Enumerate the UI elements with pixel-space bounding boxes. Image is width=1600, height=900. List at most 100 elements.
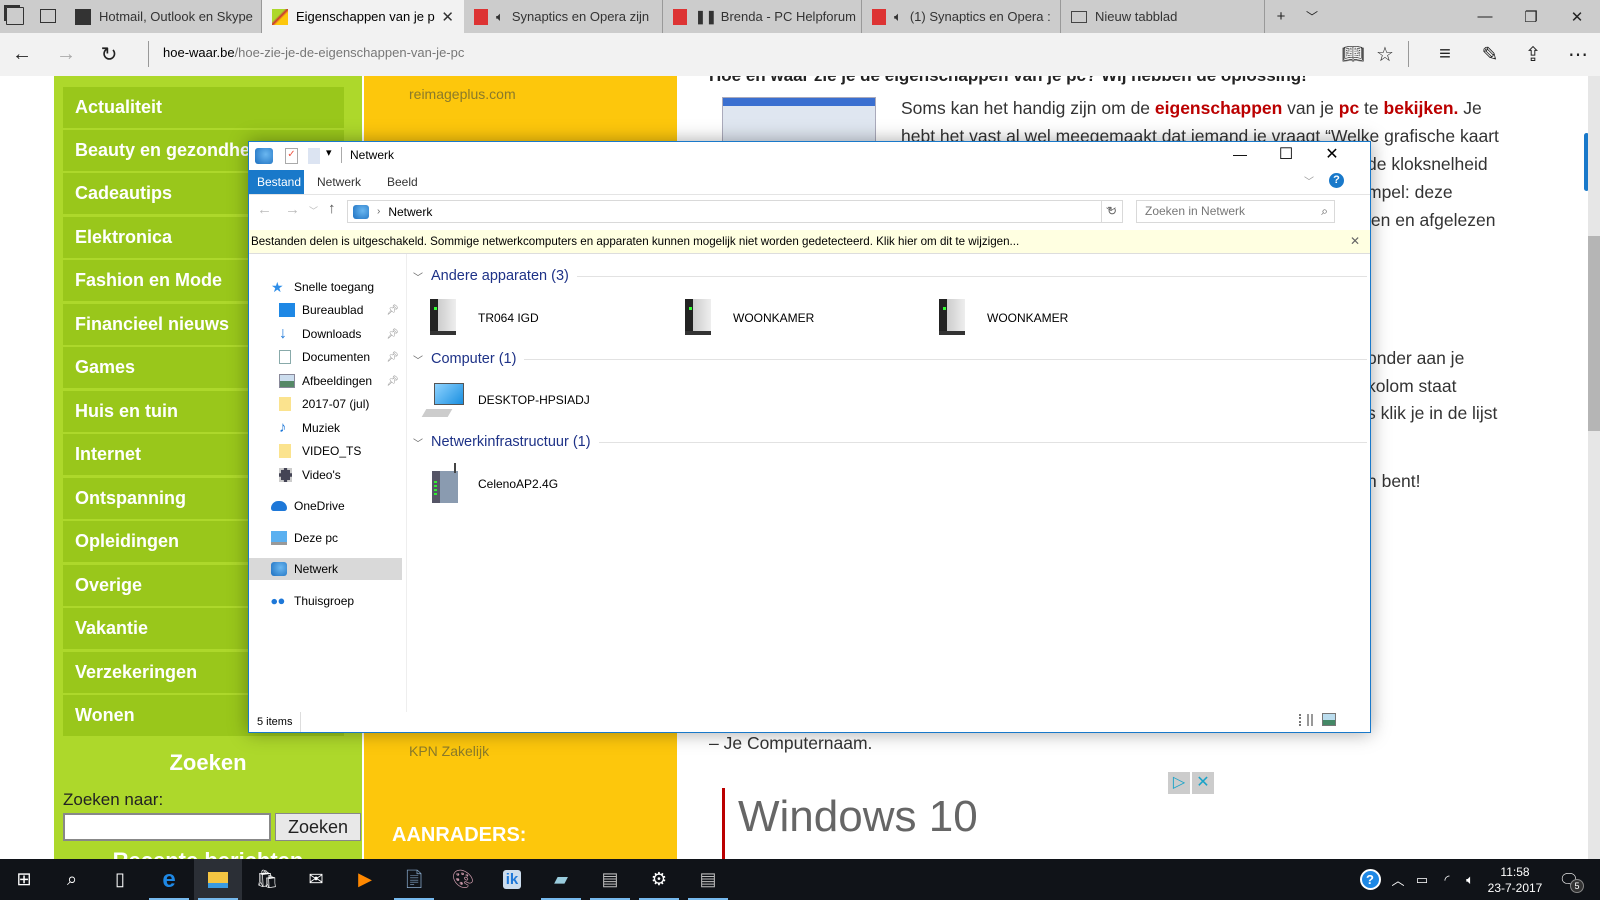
large-icons-view-icon[interactable] xyxy=(1322,713,1336,726)
maximize-button[interactable]: ☐ xyxy=(1263,142,1309,170)
collapse-chevron-icon[interactable]: ﹀ xyxy=(413,435,427,450)
ribbon-tab-bestand[interactable]: Bestand xyxy=(249,170,304,194)
close-tab-icon[interactable]: ✕ xyxy=(441,8,454,26)
device-app-icon-2[interactable]: ▤ xyxy=(684,859,732,900)
search-box[interactable]: Zoeken in Netwerk ⌕ xyxy=(1136,200,1335,223)
group-header-andere-apparaten[interactable]: ﹀ Andere apparaten (3) xyxy=(407,266,1367,286)
link-bekijken[interactable]: bekijken. xyxy=(1384,98,1459,118)
info-bar-text[interactable]: Bestanden delen is uitgeschakeld. Sommig… xyxy=(251,235,1019,248)
nav-snelle-toegang[interactable]: ★ Snelle toegang xyxy=(249,276,407,298)
start-windows-icon[interactable]: ⊞ xyxy=(0,859,48,900)
nav-muziek[interactable]: ♪ Muziek xyxy=(249,417,407,439)
link-eigenschappen[interactable]: eigenschappen xyxy=(1155,98,1282,118)
nav-videos[interactable]: Video's xyxy=(249,464,407,486)
volume-icon[interactable]: 🔈︎ xyxy=(1460,859,1480,900)
collapse-chevron-icon[interactable]: ﹀ xyxy=(413,352,427,367)
refresh-button[interactable]: ↻ xyxy=(1101,200,1123,223)
more-icon[interactable]: ⋯ xyxy=(1558,33,1598,76)
nav-deze-pc[interactable]: Deze pc xyxy=(249,527,407,549)
tab-nieuw-tabblad[interactable]: Nieuw tabblad xyxy=(1061,0,1265,33)
ad-close-icon[interactable]: ✕ xyxy=(1192,772,1214,794)
ik-app-icon[interactable]: ik xyxy=(488,859,536,900)
breadcrumb-netwerk[interactable]: Netwerk xyxy=(388,205,432,219)
tab-overview-icon[interactable] xyxy=(6,7,24,25)
nav-downloads[interactable]: ↓ Downloads 📌︎ xyxy=(249,323,407,345)
task-view-icon[interactable]: ▯ xyxy=(96,859,144,900)
ad-link-reimage[interactable]: reimageplus.com xyxy=(409,86,516,102)
address-field[interactable]: › Netwerk ﹀ xyxy=(347,200,1123,223)
refresh-button[interactable]: ↻ xyxy=(89,33,129,76)
nav-2017-07[interactable]: 2017-07 (jul) xyxy=(249,393,407,415)
battery-icon[interactable]: ▭ xyxy=(1412,859,1432,900)
adchoices-icon[interactable]: ▷ xyxy=(1168,772,1190,794)
edge-icon[interactable]: e xyxy=(145,859,193,900)
help-tray-icon[interactable]: ? xyxy=(1359,869,1381,890)
mail-icon[interactable]: ✉ xyxy=(292,859,340,900)
share-icon[interactable]: ⇪ xyxy=(1513,33,1553,76)
nav-afbeeldingen[interactable]: Afbeeldingen 📌︎ xyxy=(249,370,407,392)
network-item-tr064[interactable]: TR064 IGD xyxy=(424,296,539,340)
close-button[interactable]: ✕ xyxy=(1554,0,1600,33)
wifi-icon[interactable]: ◜ xyxy=(1437,859,1457,900)
search-icon[interactable]: ⌕ xyxy=(48,859,96,900)
group-header-computer[interactable]: ﹀ Computer (1) xyxy=(407,349,1367,369)
nav-onedrive[interactable]: OneDrive xyxy=(249,495,407,517)
menu-item-actualiteit[interactable]: Actualiteit xyxy=(63,87,344,128)
pin-icon[interactable]: 📌︎ xyxy=(386,305,399,316)
new-folder-quick-icon[interactable] xyxy=(308,148,320,164)
expand-ribbon-icon[interactable]: ﹀ xyxy=(1304,173,1314,188)
group-header-netwerkinfrastructuur[interactable]: ﹀ Netwerkinfrastructuur (1) xyxy=(407,432,1367,452)
pin-icon[interactable]: 📌︎ xyxy=(386,376,399,387)
nav-netwerk[interactable]: Netwerk xyxy=(249,558,402,580)
properties-quick-icon[interactable]: ✓ xyxy=(285,148,298,164)
favorite-star-icon[interactable]: ☆ xyxy=(1365,33,1405,76)
tab-hotmail[interactable]: Hotmail, Outlook en Skype xyxy=(65,0,262,33)
device-app-icon[interactable]: ▤ xyxy=(586,859,634,900)
dismiss-info-bar-icon[interactable]: ✕ xyxy=(1350,230,1360,253)
minimize-button[interactable]: — xyxy=(1462,0,1508,33)
collapse-chevron-icon[interactable]: ﹀ xyxy=(413,269,427,284)
customize-toolbar-icon[interactable]: ▾ xyxy=(326,146,332,159)
show-hidden-icons-chevron-icon[interactable]: ︿ xyxy=(1388,859,1408,900)
ribbon-tab-beeld[interactable]: Beeld xyxy=(379,170,426,194)
details-view-icon[interactable] xyxy=(1299,714,1313,726)
tab-synaptics-2[interactable]: 🔈︎ (1) Synaptics en Opera : xyxy=(862,0,1061,33)
file-explorer-icon[interactable] xyxy=(194,859,242,900)
wordpad-icon[interactable]: 📄︎ xyxy=(390,859,438,900)
network-item-woonkamer-2[interactable]: WOONKAMER xyxy=(933,296,1068,340)
media-player-icon[interactable]: ▶ xyxy=(341,859,389,900)
tab-synaptics[interactable]: 🔈︎ Synaptics en Opera zijn xyxy=(464,0,663,33)
network-item-celeno[interactable]: CelenoAP2.4G xyxy=(424,462,558,506)
up-button[interactable]: ↑ xyxy=(328,200,336,217)
speaker-icon[interactable]: 🔈︎ xyxy=(496,9,504,25)
nav-video-ts[interactable]: VIDEO_TS xyxy=(249,440,407,462)
ad-link-kpn[interactable]: KPN Zakelijk xyxy=(409,743,489,759)
search-input[interactable] xyxy=(63,813,271,841)
nav-thuisgroep[interactable]: ⦁● Thuisgroep xyxy=(249,590,407,612)
settings-gear-icon[interactable]: ⚙ xyxy=(635,859,683,900)
close-button[interactable]: ✕ xyxy=(1309,142,1355,170)
network-item-desktop[interactable]: DESKTOP-HPSIADJ xyxy=(421,378,590,422)
hub-icon[interactable]: ≡ xyxy=(1425,33,1465,76)
recent-locations-icon[interactable]: ﹀ xyxy=(309,204,318,217)
forward-button[interactable]: → xyxy=(285,201,300,218)
ad-headline[interactable]: Windows 10 xyxy=(738,792,978,842)
forward-button[interactable]: → xyxy=(46,33,86,76)
tab-preview-chevron-icon[interactable]: ﹀ xyxy=(1289,0,1335,33)
back-button[interactable]: ← xyxy=(257,201,272,218)
notepad-icon[interactable]: ▰ xyxy=(537,859,585,900)
search-button[interactable]: Zoeken xyxy=(275,813,361,841)
pin-icon[interactable]: 📌︎ xyxy=(386,329,399,340)
tab-brenda[interactable]: ❚❚ Brenda - PC Helpforum xyxy=(663,0,862,33)
network-item-woonkamer[interactable]: WOONKAMER xyxy=(679,296,814,340)
set-tabs-aside-icon[interactable] xyxy=(40,9,56,23)
clock[interactable]: 11:58 23-7-2017 xyxy=(1486,859,1544,900)
web-note-icon[interactable]: ✎ xyxy=(1470,33,1510,76)
url-field[interactable]: hoe-waar.be/hoe-zie-je-de-eigenschappen-… xyxy=(163,45,464,60)
nav-documenten[interactable]: Documenten 📌︎ xyxy=(249,346,407,368)
speaker-icon[interactable]: 🔈︎ xyxy=(894,9,902,25)
page-scrollbar[interactable] xyxy=(1588,76,1600,859)
paint-icon[interactable]: 🎨︎ xyxy=(439,859,487,900)
sharing-info-bar[interactable]: Bestanden delen is uitgeschakeld. Sommig… xyxy=(249,230,1370,254)
pin-icon[interactable]: 📌︎ xyxy=(386,352,399,363)
